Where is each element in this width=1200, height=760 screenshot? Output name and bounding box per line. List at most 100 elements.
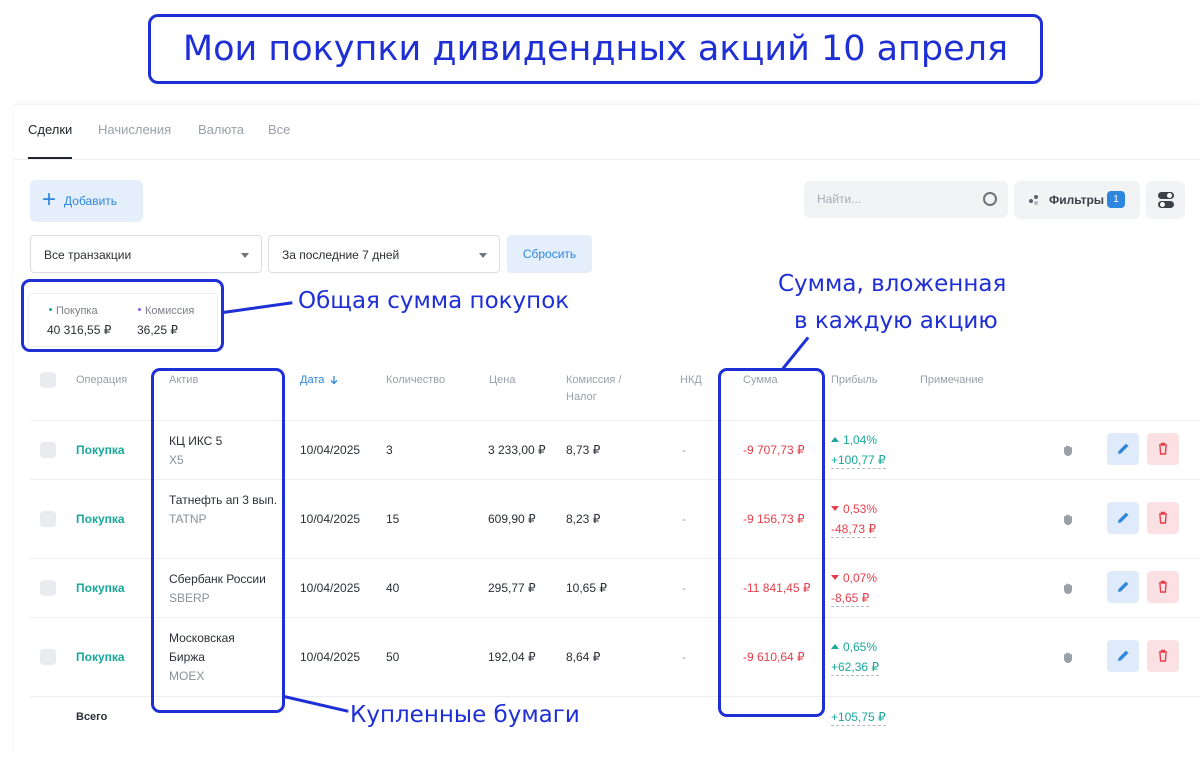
hand-icon[interactable]	[1061, 443, 1075, 457]
view-toggle-button[interactable]	[1146, 181, 1185, 219]
commission-cell: 8,73 ₽	[566, 443, 601, 457]
date-cell: 10/04/2025	[300, 443, 361, 457]
delete-button[interactable]	[1147, 640, 1179, 672]
tab-currency[interactable]: Валюта	[198, 122, 244, 137]
triangle-down-icon	[831, 575, 839, 581]
tab-bar: Сделки Начисления Валюта Все	[14, 105, 1200, 160]
edit-button[interactable]	[1107, 571, 1139, 603]
transaction-type-select[interactable]: Все транзакции	[30, 235, 262, 273]
total-label: Всего	[76, 711, 108, 723]
hand-icon[interactable]	[1061, 512, 1075, 526]
profit-amount: +62,36 ₽	[831, 660, 880, 676]
nkd-cell: -	[682, 581, 686, 595]
filter-dots-icon	[1029, 195, 1041, 205]
edit-button[interactable]	[1107, 502, 1139, 534]
col-price[interactable]: Цена	[489, 372, 515, 389]
transaction-type-value: Все транзакции	[44, 248, 132, 262]
banner-title-box: Мои покупки дивидендных акций 10 апреля	[148, 14, 1043, 84]
col-operation[interactable]: Операция	[76, 372, 127, 389]
profit-percent: 1,04%	[831, 433, 877, 447]
select-all-checkbox[interactable]	[40, 372, 56, 388]
triangle-up-icon	[831, 644, 839, 650]
hand-icon[interactable]	[1061, 581, 1075, 595]
operation-link[interactable]: Покупка	[76, 512, 125, 526]
commission-cell: 8,64 ₽	[566, 650, 601, 664]
edit-button[interactable]	[1107, 433, 1139, 465]
profit-amount: -48,73 ₽	[831, 522, 876, 538]
chevron-down-icon	[241, 253, 249, 258]
annotation-bought-papers: Купленные бумаги	[350, 702, 580, 728]
trash-icon	[1159, 442, 1167, 455]
date-cell: 10/04/2025	[300, 650, 361, 664]
profit-percent: 0,07%	[831, 571, 877, 585]
col-profit[interactable]: Прибыль	[831, 372, 878, 389]
operation-link[interactable]: Покупка	[76, 443, 125, 457]
col-quantity[interactable]: Количество	[386, 372, 445, 389]
pencil-icon	[1118, 650, 1129, 661]
total-profit: +105,75 ₽	[831, 710, 886, 726]
row-checkbox[interactable]	[40, 442, 56, 458]
triangle-down-icon	[831, 506, 839, 512]
banner-title: Мои покупки дивидендных акций 10 апреля	[182, 29, 1009, 69]
trash-icon	[1159, 511, 1167, 524]
tab-accruals[interactable]: Начисления	[98, 122, 171, 137]
reset-button[interactable]: Сбросить	[507, 235, 592, 273]
chevron-down-icon	[479, 253, 487, 258]
price-cell: 295,77 ₽	[488, 581, 536, 595]
period-select[interactable]: За последние 7 дней	[268, 235, 500, 273]
search-input[interactable]: Найти...	[804, 181, 1008, 218]
commission-cell: 10,65 ₽	[566, 581, 607, 595]
profit-amount: +100,77 ₽	[831, 453, 886, 469]
row-checkbox[interactable]	[40, 511, 56, 527]
trash-icon	[1159, 649, 1167, 662]
operation-link[interactable]: Покупка	[76, 650, 125, 664]
toggle-icon	[1158, 192, 1174, 208]
plus-icon: +	[42, 186, 57, 213]
pencil-icon	[1118, 581, 1129, 592]
nkd-cell: -	[682, 443, 686, 457]
row-checkbox[interactable]	[40, 649, 56, 665]
date-cell: 10/04/2025	[300, 512, 361, 526]
date-cell: 10/04/2025	[300, 581, 361, 595]
operation-link[interactable]: Покупка	[76, 581, 125, 595]
hand-icon[interactable]	[1061, 650, 1075, 664]
edit-button[interactable]	[1107, 640, 1139, 672]
add-button[interactable]: + Добавить	[30, 180, 143, 222]
tab-deals[interactable]: Сделки	[28, 122, 72, 137]
delete-button[interactable]	[1147, 571, 1179, 603]
commission-cell: 8,23 ₽	[566, 512, 601, 526]
annotation-sum-line1: Сумма, вложенная	[778, 271, 1007, 297]
delete-button[interactable]	[1147, 502, 1179, 534]
price-cell: 3 233,00 ₽	[488, 443, 546, 457]
pencil-icon	[1118, 443, 1129, 454]
price-cell: 192,04 ₽	[488, 650, 536, 664]
arrow-down-icon	[330, 376, 338, 385]
filters-button[interactable]: Фильтры 1	[1014, 181, 1140, 219]
row-checkbox[interactable]	[40, 580, 56, 596]
search-placeholder: Найти...	[817, 192, 862, 206]
profit-amount: -8,65 ₽	[831, 591, 870, 607]
col-nkd[interactable]: НКД	[680, 372, 702, 389]
nkd-cell: -	[682, 512, 686, 526]
triangle-up-icon	[831, 437, 839, 443]
pencil-icon	[1118, 512, 1129, 523]
filters-label: Фильтры	[1049, 193, 1105, 207]
add-button-label: Добавить	[64, 194, 118, 208]
nkd-cell: -	[682, 650, 686, 664]
filters-count-badge: 1	[1107, 191, 1125, 208]
annotation-box-assets	[151, 368, 285, 713]
price-cell: 609,90 ₽	[488, 512, 536, 526]
quantity-cell: 40	[386, 581, 400, 595]
quantity-cell: 3	[386, 443, 393, 457]
active-tab-indicator	[28, 157, 72, 159]
col-note[interactable]: Примечание	[920, 372, 984, 389]
col-commission[interactable]: Комиссия / Налог	[566, 372, 621, 406]
delete-button[interactable]	[1147, 433, 1179, 465]
annotation-box-sums	[718, 368, 825, 717]
annotation-total-buys: Общая сумма покупок	[298, 288, 570, 314]
col-date[interactable]: Дата	[300, 372, 339, 389]
quantity-cell: 50	[386, 650, 400, 664]
tab-all[interactable]: Все	[268, 122, 290, 137]
profit-percent: 0,53%	[831, 502, 877, 516]
period-value: За последние 7 дней	[282, 248, 400, 262]
